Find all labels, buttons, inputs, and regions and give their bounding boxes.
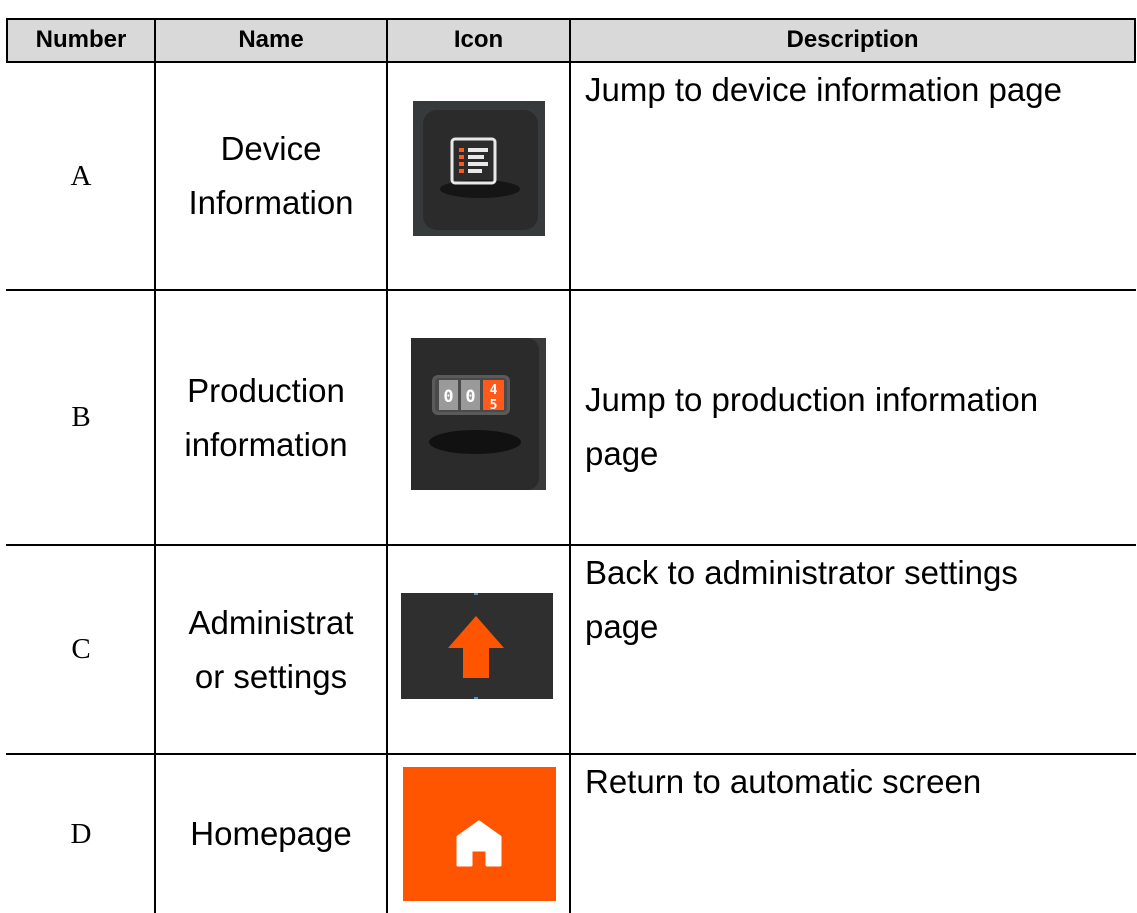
row-number: C	[71, 633, 91, 665]
header-description: Description	[786, 26, 919, 53]
row-name-line: Information	[188, 184, 354, 221]
counter-digit: 0	[465, 387, 475, 407]
header-name: Name	[238, 26, 304, 53]
counter-digit: 4	[490, 383, 498, 398]
table-column-divider	[386, 19, 388, 913]
row-name: Production information	[156, 291, 376, 544]
device-information-icon	[413, 101, 545, 236]
header-icon: Icon	[453, 26, 504, 53]
row-description-line: page	[585, 434, 659, 472]
up-arrow-icon	[401, 593, 553, 699]
row-description: Return to automatic screen	[585, 755, 1134, 913]
row-number: B	[71, 401, 91, 433]
row-number: A	[70, 159, 92, 192]
row-description: Jump to production information page	[585, 291, 1134, 544]
row-description-line: Jump to device information page	[585, 71, 1062, 108]
header-number: Number	[35, 26, 127, 53]
row-description: Back to administrator settings page	[585, 546, 1134, 753]
row-name-line: Production	[187, 371, 345, 409]
row-name-line: Device	[220, 130, 322, 167]
row-description-line: Back to administrator settings	[585, 554, 1018, 591]
home-icon	[403, 767, 556, 901]
row-name: Administrat or settings	[156, 546, 386, 753]
row-name-line: Homepage	[190, 815, 352, 852]
counter-digit: 0	[443, 387, 453, 407]
table-column-divider	[569, 19, 571, 913]
row-description: Jump to device information page	[585, 63, 1134, 289]
row-name-line: information	[184, 425, 348, 463]
row-number: D	[70, 817, 92, 850]
table-border-right	[1134, 19, 1136, 63]
row-description-line: Return to automatic screen	[585, 763, 982, 800]
row-description-line: Jump to production information	[585, 380, 1039, 418]
production-counter-icon: 0 0 4 5	[411, 338, 546, 490]
row-name: Device Information	[156, 63, 386, 289]
row-description-line: page	[585, 608, 659, 645]
row-name-line: or settings	[194, 657, 348, 695]
row-name: Homepage	[156, 755, 386, 913]
counter-digit: 5	[490, 398, 498, 413]
row-name-line: Administrat	[188, 603, 354, 641]
function-table: Number Name Icon Description A Device In…	[0, 0, 1137, 913]
